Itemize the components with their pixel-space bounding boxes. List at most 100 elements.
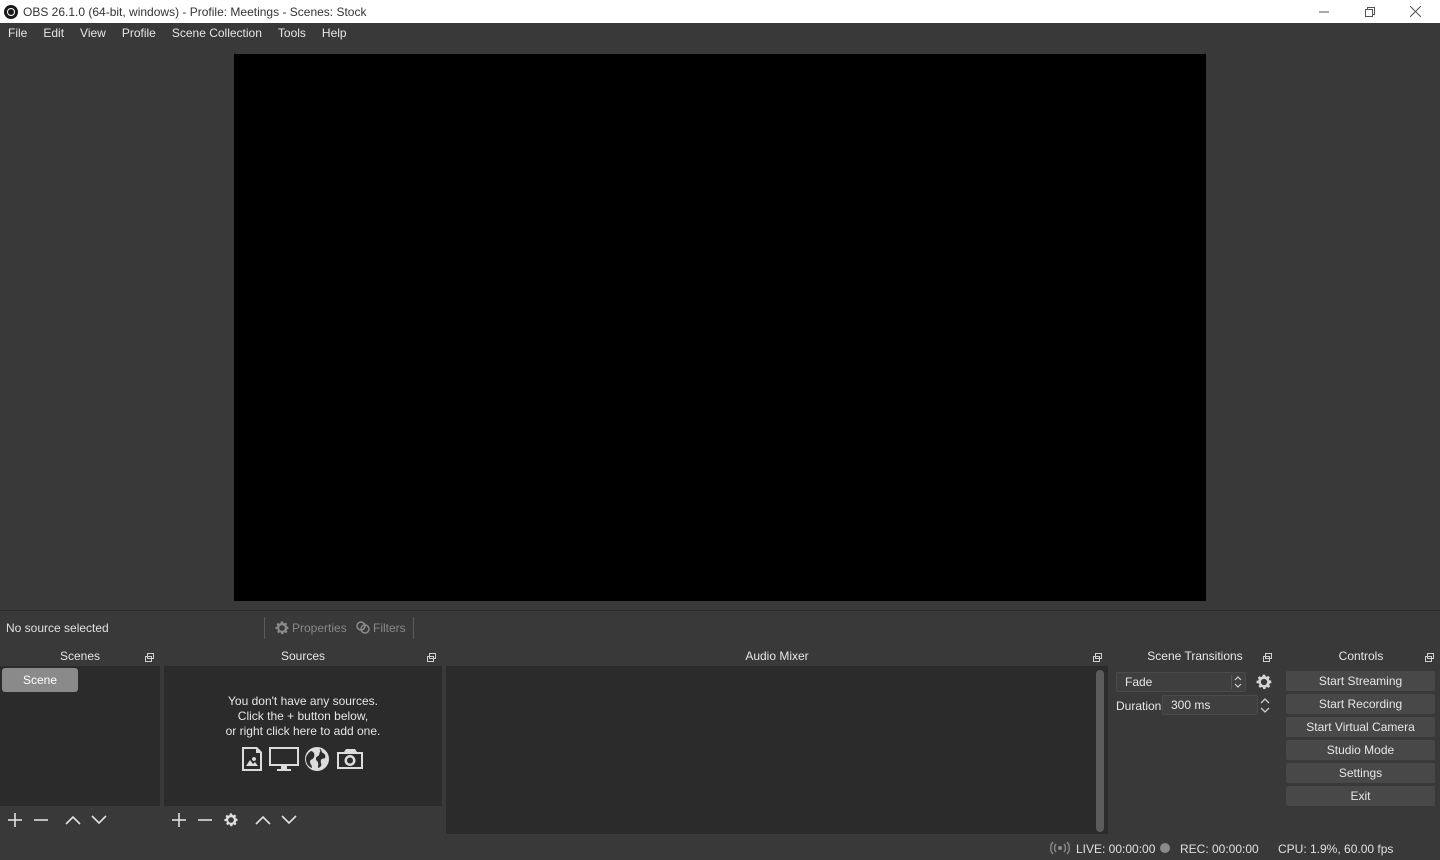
transition-properties-button[interactable] <box>1254 672 1274 692</box>
chevron-down-icon <box>281 815 297 825</box>
preview-canvas[interactable] <box>234 54 1206 601</box>
toolbar-divider <box>413 617 414 639</box>
audio-mixer-title: Audio Mixer <box>745 649 809 663</box>
minus-icon <box>198 819 212 821</box>
start-virtual-camera-button[interactable]: Start Virtual Camera <box>1286 717 1435 737</box>
audio-mixer-dock: Audio Mixer <box>446 646 1108 834</box>
menu-bar: File Edit View Profile Scene Collection … <box>0 23 1440 44</box>
scene-list-item[interactable]: Scene <box>2 668 78 692</box>
scene-transitions-dock: Scene Transitions Fade Duration 300 ms <box>1112 646 1278 834</box>
menu-view[interactable]: View <box>72 23 114 44</box>
exit-button[interactable]: Exit <box>1286 786 1435 806</box>
scenes-dock-header: Scenes <box>0 646 160 666</box>
audio-mixer-scrollbar[interactable] <box>1096 670 1104 832</box>
source-toolbar: No source selected Properties Filters <box>0 610 1440 644</box>
start-recording-button[interactable]: Start Recording <box>1286 694 1435 714</box>
move-source-up-button[interactable] <box>250 807 276 833</box>
audio-mixer-body <box>446 666 1108 834</box>
chevron-down-icon <box>91 815 107 825</box>
empty-line: Click the + button below, <box>237 709 369 723</box>
menu-file[interactable]: File <box>0 23 35 44</box>
scene-transitions-title: Scene Transitions <box>1147 649 1243 663</box>
scenes-footer <box>0 806 160 834</box>
sources-dock-header: Sources <box>164 646 442 666</box>
filters-button[interactable]: Filters <box>355 618 406 638</box>
move-source-down-button[interactable] <box>276 807 302 833</box>
restore-button[interactable] <box>1347 0 1393 23</box>
duration-input[interactable]: 300 ms <box>1162 695 1258 715</box>
properties-label: Properties <box>292 621 347 635</box>
browser-globe-icon <box>304 746 330 775</box>
menu-help[interactable]: Help <box>314 23 355 44</box>
float-dock-icon[interactable] <box>427 651 436 662</box>
duration-increment-button[interactable] <box>1258 695 1272 705</box>
live-timer: LIVE: 00:00:00 <box>1076 842 1156 856</box>
updown-arrow-icon <box>1231 675 1243 689</box>
sources-footer <box>164 806 442 834</box>
status-bar: LIVE: 00:00:00 REC: 00:00:00 CPU: 1.9%, … <box>0 836 1440 860</box>
controls-dock: Controls Start Streaming Start Recording… <box>1282 646 1440 834</box>
gear-icon <box>275 621 289 635</box>
record-dot-icon <box>1160 843 1170 853</box>
float-dock-icon[interactable] <box>145 651 154 662</box>
chevron-down-icon <box>1260 707 1270 713</box>
image-icon <box>240 746 264 775</box>
controls-title: Controls <box>1338 649 1384 663</box>
plus-icon <box>8 813 22 827</box>
restore-icon <box>1365 6 1375 17</box>
properties-button[interactable]: Properties <box>274 618 347 638</box>
empty-line: You don't have any sources. <box>228 694 378 708</box>
source-status: No source selected <box>6 621 109 635</box>
source-type-icons <box>164 746 442 775</box>
sources-empty-message: You don't have any sources. Click the + … <box>164 694 442 739</box>
broadcast-icon <box>1050 841 1070 858</box>
transition-select[interactable]: Fade <box>1116 672 1246 692</box>
filters-label: Filters <box>373 621 406 635</box>
source-properties-button[interactable] <box>218 807 244 833</box>
menu-scene-collection[interactable]: Scene Collection <box>164 23 270 44</box>
float-dock-icon[interactable] <box>1425 651 1434 662</box>
start-streaming-button[interactable]: Start Streaming <box>1286 671 1435 691</box>
remove-scene-button[interactable] <box>28 807 54 833</box>
chevron-up-icon <box>1260 697 1270 703</box>
controls-dock-header: Controls <box>1282 646 1440 666</box>
studio-mode-button[interactable]: Studio Mode <box>1286 740 1435 760</box>
close-icon <box>1409 6 1421 17</box>
sources-title: Sources <box>280 649 326 663</box>
settings-button[interactable]: Settings <box>1286 763 1435 783</box>
window-title: OBS 26.1.0 (64-bit, windows) - Profile: … <box>23 4 367 19</box>
obs-logo-icon <box>4 4 18 19</box>
chevron-up-icon <box>255 815 271 825</box>
toolbar-divider <box>264 617 265 639</box>
float-dock-icon[interactable] <box>1093 651 1102 662</box>
minus-icon <box>34 819 48 821</box>
display-icon <box>268 746 300 775</box>
move-scene-up-button[interactable] <box>60 807 86 833</box>
cpu-fps-status: CPU: 1.9%, 60.00 fps <box>1278 842 1394 856</box>
duration-decrement-button[interactable] <box>1258 705 1272 715</box>
scenes-title: Scenes <box>59 649 101 663</box>
plus-icon <box>172 813 186 827</box>
remove-source-button[interactable] <box>192 807 218 833</box>
minimize-icon <box>1319 11 1329 12</box>
gear-icon <box>224 813 238 827</box>
minimize-button[interactable] <box>1301 0 1347 23</box>
add-scene-button[interactable] <box>2 807 28 833</box>
move-scene-down-button[interactable] <box>86 807 112 833</box>
filters-icon <box>356 621 370 634</box>
duration-label: Duration <box>1116 699 1162 713</box>
rec-timer: REC: 00:00:00 <box>1180 842 1259 856</box>
audio-mixer-dock-header: Audio Mixer <box>446 646 1108 666</box>
camera-icon <box>334 746 366 775</box>
float-dock-icon[interactable] <box>1263 651 1272 662</box>
transition-value: Fade <box>1125 675 1153 689</box>
menu-profile[interactable]: Profile <box>114 23 164 44</box>
empty-line: or right click here to add one. <box>225 724 381 738</box>
add-source-button[interactable] <box>166 807 192 833</box>
close-button[interactable] <box>1392 0 1438 23</box>
gear-icon <box>1256 674 1272 690</box>
chevron-up-icon <box>65 815 81 825</box>
sources-dock: Sources You don't have any sources. Clic… <box>164 646 442 834</box>
menu-tools[interactable]: Tools <box>270 23 314 44</box>
menu-edit[interactable]: Edit <box>35 23 72 44</box>
